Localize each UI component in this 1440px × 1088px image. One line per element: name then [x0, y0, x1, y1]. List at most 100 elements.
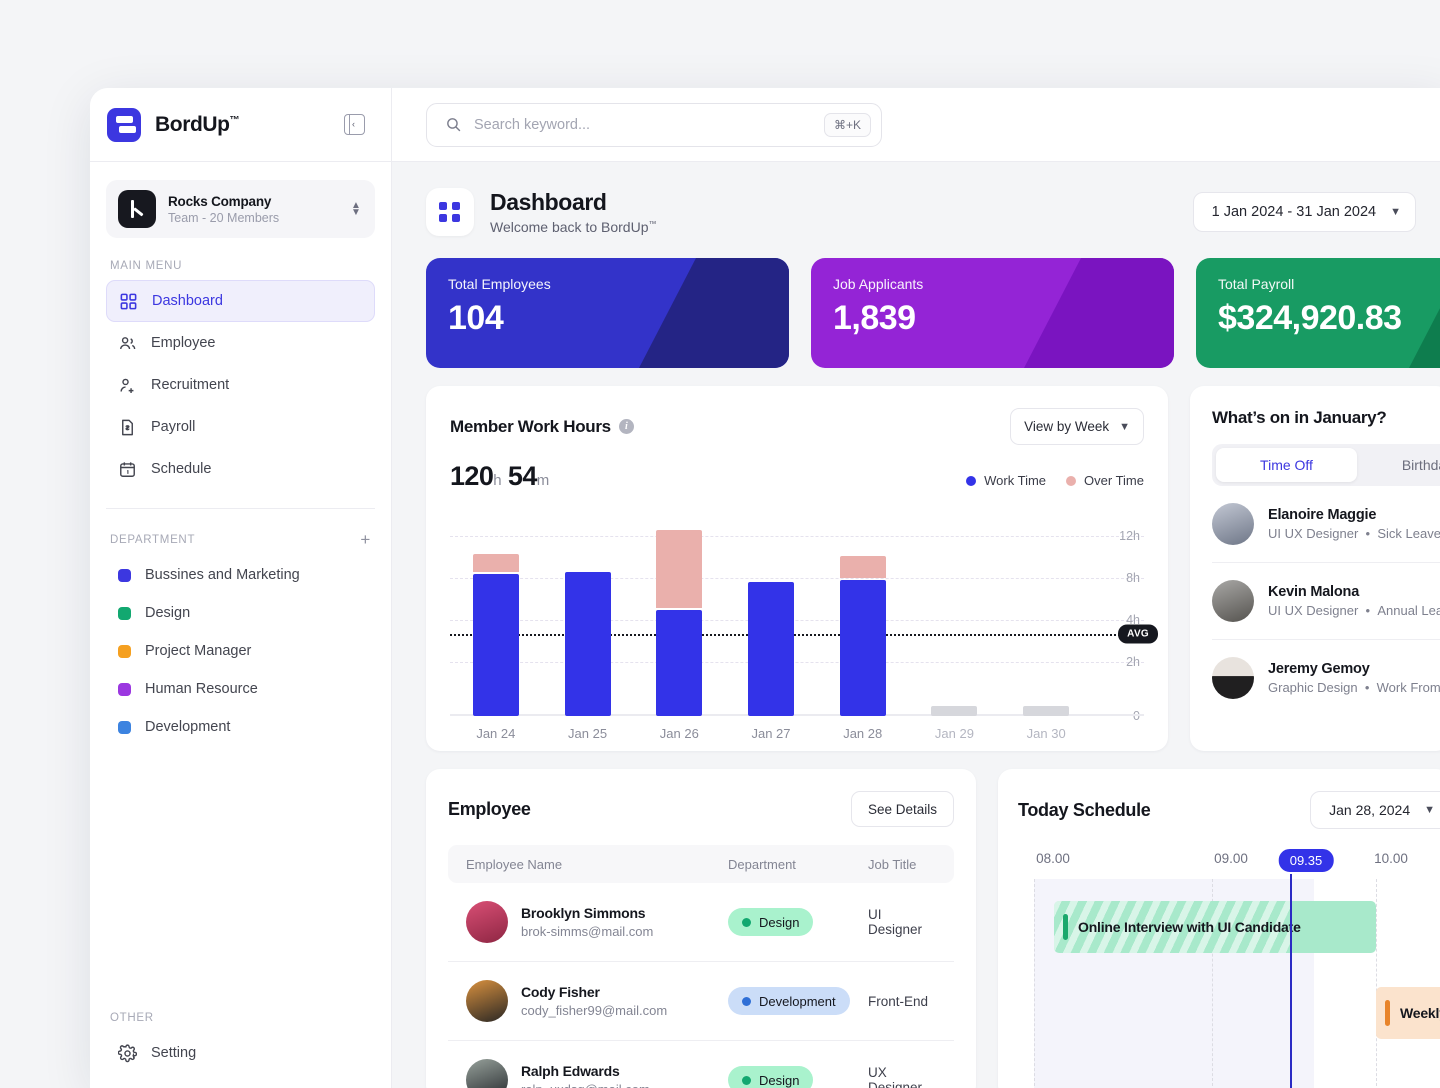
legend-over-time: Over Time	[1066, 473, 1144, 488]
search-icon	[447, 118, 461, 132]
stat-label: Total Payroll	[1218, 276, 1295, 292]
person-meta: UI UX Designer • Sick Leave	[1268, 526, 1440, 541]
list-item[interactable]: Kevin Malona UI UX Designer • Annual Lea…	[1212, 563, 1440, 640]
bar-stack	[748, 582, 795, 716]
sidebar-item-employee[interactable]: Employee	[106, 322, 375, 364]
bar-column-jan-28[interactable]	[817, 516, 909, 716]
y-axis-tick: 2h	[1126, 655, 1140, 669]
sidebar-item-schedule[interactable]: Schedule	[106, 448, 375, 490]
department-item-design[interactable]: Design	[106, 594, 375, 632]
event-accent-bar	[1063, 914, 1068, 940]
person-role: UI UX Designer	[1268, 603, 1359, 618]
department-label-item: Project Manager	[145, 643, 252, 659]
color-dot	[118, 720, 131, 734]
search-bar[interactable]: ⌘+K	[426, 102, 882, 147]
see-details-button[interactable]: See Details	[850, 791, 954, 827]
sidebar-item-setting[interactable]: Setting	[106, 1032, 375, 1074]
sidebar-item-payroll[interactable]: Payroll	[106, 406, 375, 448]
bar-column-jan-24[interactable]	[450, 516, 542, 716]
status-badge: Development	[728, 987, 850, 1015]
table-row[interactable]: Brooklyn Simmons brok-simms@mail.com Des…	[448, 883, 954, 962]
org-switcher[interactable]: Rocks Company Team - 20 Members ▲ ▼	[106, 180, 375, 238]
rocks-company-logo-icon	[118, 190, 156, 228]
org-sub: Team - 20 Members	[168, 210, 280, 225]
page-header-text: Dashboard Welcome back to BordUp™	[490, 189, 656, 235]
x-axis-labels: Jan 24 Jan 25 Jan 26 Jan 27 Jan 28 Jan 2…	[450, 726, 1092, 741]
bar-stack	[931, 706, 978, 716]
bar-column-jan-29[interactable]	[909, 516, 1001, 716]
table-row[interactable]: Cody Fisher cody_fisher99@mail.com Devel…	[448, 962, 954, 1041]
department-item-development[interactable]: Development	[106, 708, 375, 746]
stat-card-total-payroll[interactable]: Total Payroll $324,920.83	[1196, 258, 1440, 368]
tab-time-off[interactable]: Time Off	[1216, 448, 1357, 482]
stat-value: 1,839	[833, 299, 916, 337]
stat-value: $324,920.83	[1218, 299, 1402, 337]
job-title-cell: UX Designer	[868, 1065, 923, 1088]
avatar	[1212, 580, 1254, 622]
sidebar-item-dashboard[interactable]: Dashboard	[106, 280, 375, 322]
stat-value: 104	[448, 299, 504, 337]
date-range-picker[interactable]: 1 Jan 2024 - 31 Jan 2024 ▼	[1192, 192, 1416, 232]
main-area: ⌘+K Dashboard Welcome back to BordUp™ 1 …	[392, 88, 1440, 1088]
other-label-text: OTHER	[110, 1012, 154, 1024]
search-shortcut-badge: ⌘+K	[823, 112, 871, 137]
info-icon[interactable]: i	[618, 419, 634, 434]
list-item[interactable]: Jeremy Gemoy Graphic Design • Work From …	[1212, 640, 1440, 716]
member-work-hours-card: Member Work Hours i View by Week ▼ 120h …	[426, 386, 1168, 751]
sidebar-item-label: Recruitment	[151, 377, 230, 393]
x-axis-tick: Jan 28	[843, 726, 883, 741]
main-menu-label-text: MAIN MENU	[110, 260, 183, 272]
page-subtitle: Welcome back to BordUp™	[490, 219, 656, 235]
schedule-event[interactable]: Weekly meeting	[1376, 987, 1440, 1039]
color-dot	[118, 644, 131, 658]
person-role: Graphic Design	[1268, 680, 1358, 695]
employee-identity: Ralph Edwards ralp_uxdsg@mail.com	[466, 1059, 728, 1088]
calendar-icon	[118, 460, 137, 479]
plus-icon[interactable]: +	[360, 531, 371, 548]
search-input[interactable]	[474, 116, 812, 133]
department-item-human-resource[interactable]: Human Resource	[106, 670, 375, 708]
bar-column-jan-26[interactable]	[633, 516, 725, 716]
stat-cards: Total Employees 104 Job Applicants 1,839…	[426, 258, 1440, 368]
event-title: Weekly meeting	[1400, 1005, 1440, 1021]
employee-email: brok-simms@mail.com	[521, 924, 654, 939]
other-label: OTHER	[90, 1012, 391, 1024]
employee-identity: Cody Fisher cody_fisher99@mail.com	[466, 980, 728, 1022]
color-dot	[118, 682, 131, 696]
bar-over-time	[656, 530, 703, 608]
bar-no-data	[931, 706, 978, 716]
stat-card-job-applicants[interactable]: Job Applicants 1,839	[811, 258, 1174, 368]
bar-column-jan-27[interactable]	[725, 516, 817, 716]
sidebar-item-label: Payroll	[151, 419, 196, 435]
schedule-date-picker[interactable]: Jan 28, 2024 ▼	[1310, 791, 1440, 829]
department-label-item: Human Resource	[145, 681, 258, 697]
bar-column-jan-25[interactable]	[542, 516, 634, 716]
list-item[interactable]: Elanoire Maggie UI UX Designer • Sick Le…	[1212, 486, 1440, 563]
sidebar-item-recruitment[interactable]: Recruitment	[106, 364, 375, 406]
table-row[interactable]: Ralph Edwards ralp_uxdsg@mail.com Design…	[448, 1041, 954, 1088]
person-meta: Graphic Design • Work From Home	[1268, 680, 1440, 695]
total-work-hours: 120h 54m	[450, 461, 549, 492]
department-cell: Design	[728, 908, 868, 936]
legend-dot	[966, 475, 977, 486]
bar-work-time	[839, 580, 886, 716]
avatar	[1212, 503, 1254, 545]
bar-column-jan-30[interactable]	[1000, 516, 1092, 716]
chart-title: Member Work Hours	[450, 416, 611, 436]
timeline-hour: 10.00	[1374, 851, 1408, 866]
department-item-project-manager[interactable]: Project Manager	[106, 632, 375, 670]
brand-tm: ™	[229, 114, 240, 126]
stat-card-total-employees[interactable]: Total Employees 104	[426, 258, 789, 368]
tab-birthday[interactable]: Birthday	[1357, 448, 1440, 482]
schedule-event[interactable]: Online Interview with UI Candidate	[1054, 901, 1376, 953]
bar-over-time	[472, 554, 519, 572]
person-name: Kevin Malona	[1268, 584, 1360, 600]
gear-icon	[118, 1043, 137, 1063]
sidebar-collapse-icon[interactable]: ‹	[344, 114, 365, 135]
department-item-business-and-marketing[interactable]: Bussines and Marketing	[106, 556, 375, 594]
y-axis-tick: 8h	[1126, 571, 1140, 585]
hours-unit: h	[493, 472, 501, 489]
view-by-week-dropdown[interactable]: View by Week ▼	[1010, 408, 1144, 445]
department-cell: Development	[728, 987, 868, 1015]
employee-name-block: Cody Fisher cody_fisher99@mail.com	[521, 984, 667, 1018]
